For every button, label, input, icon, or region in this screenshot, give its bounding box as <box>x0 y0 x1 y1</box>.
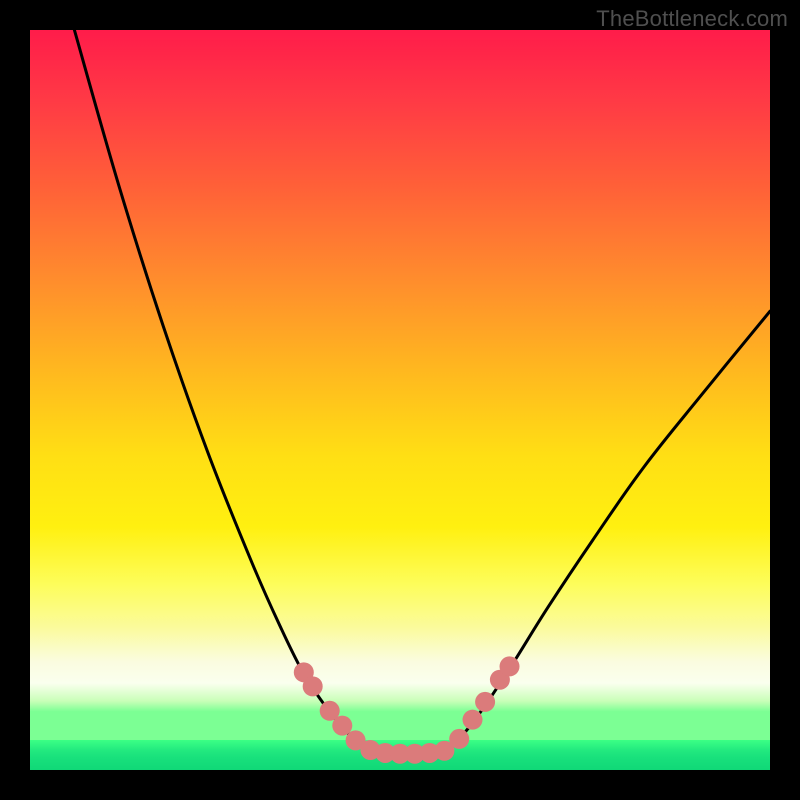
highlight-dot <box>500 656 520 676</box>
highlight-dot <box>303 676 323 696</box>
highlight-dot <box>332 716 352 736</box>
highlight-dot <box>475 692 495 712</box>
highlight-dot <box>463 710 483 730</box>
watermark-text: TheBottleneck.com <box>596 6 788 32</box>
marker-group <box>294 656 520 763</box>
curve-layer <box>30 30 770 770</box>
highlight-dot <box>449 729 469 749</box>
plot-area <box>30 30 770 770</box>
chart-frame: TheBottleneck.com <box>0 0 800 800</box>
bottleneck-curve <box>74 30 770 754</box>
curve-group <box>74 30 770 754</box>
